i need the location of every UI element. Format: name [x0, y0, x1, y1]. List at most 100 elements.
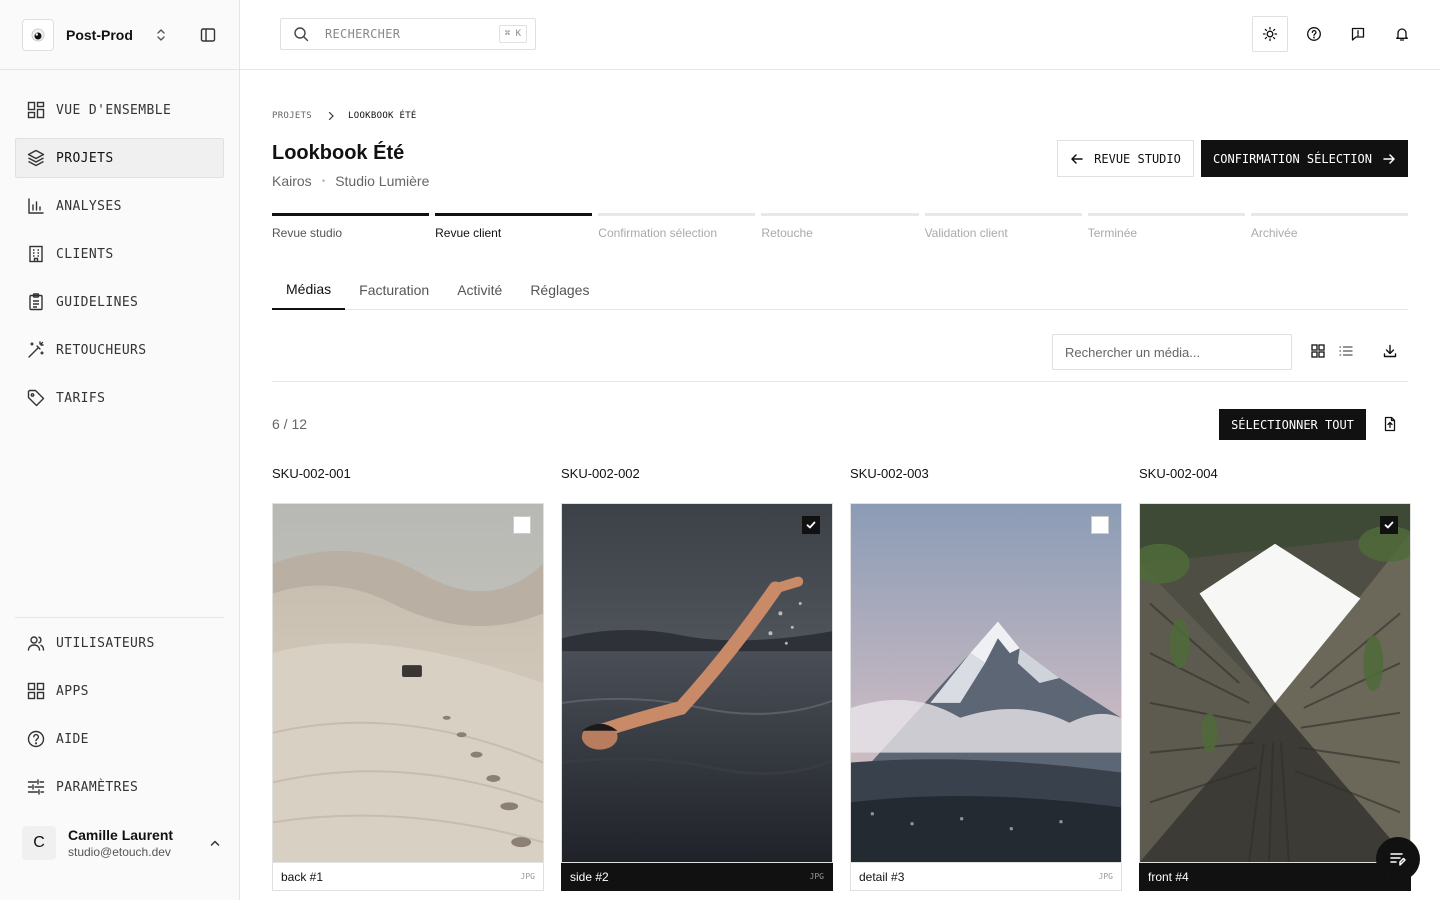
step-label: Archivée [1250, 226, 1298, 240]
tab-activite[interactable]: Activité [443, 270, 516, 310]
sidebar-item-label: ANALYSES [56, 198, 122, 214]
step-retouche: Retouche [761, 213, 919, 240]
media-thumbnail[interactable] [561, 503, 833, 863]
global-search[interactable]: ⌘ K [280, 18, 536, 50]
chevron-up-down-icon[interactable] [153, 27, 169, 43]
tag-icon [27, 389, 45, 407]
selection-checkbox[interactable] [1091, 516, 1109, 534]
media-thumbnail[interactable] [1139, 503, 1411, 863]
media-card[interactable]: SKU-002-001 back #1 JPG [272, 466, 544, 891]
sidebar-item-projets[interactable]: PROJETS [15, 138, 224, 178]
sidebar-item-label: UTILISATEURS [56, 635, 155, 651]
photo-mountain [851, 504, 1121, 862]
selection-checkbox[interactable] [513, 516, 531, 534]
tab-medias[interactable]: Médias [272, 270, 346, 310]
sidebar-item-analyses[interactable]: ANALYSES [15, 186, 224, 226]
step-label: Terminée [1087, 226, 1138, 240]
chevron-right-icon [328, 111, 334, 121]
sidebar-item-tarifs[interactable]: TARIFS [15, 378, 224, 418]
media-type: JPG [520, 872, 535, 881]
clipboard-icon [29, 293, 43, 311]
step-label: Confirmation sélection [598, 226, 718, 240]
page-title: Lookbook Été [272, 142, 405, 164]
select-all-button[interactable]: SÉLECTIONNER TOUT [1219, 409, 1366, 440]
media-caption: front #4 JPG [1139, 863, 1411, 891]
user-menu[interactable]: C Camille Laurent studio@etouch.dev [22, 820, 222, 866]
sidebar-item-label: PARAMÈTRES [56, 779, 139, 795]
breadcrumb-parent-link[interactable]: PROJETS [272, 111, 312, 121]
theme-toggle-button[interactable] [1252, 16, 1288, 52]
selection-checkbox[interactable] [802, 516, 820, 534]
feedback-button[interactable] [1340, 16, 1376, 52]
media-caption: detail #3 JPG [850, 863, 1122, 891]
workspace-switcher[interactable]: Post-Prod [0, 0, 239, 70]
step-confirmation-selection: Confirmation sélection [598, 213, 756, 240]
sidebar-item-vue-ensemble[interactable]: VUE D'ENSEMBLE [15, 90, 224, 130]
sidebar-toggle-icon[interactable] [199, 26, 217, 44]
media-thumbnail[interactable] [850, 503, 1122, 863]
step-validation-client: Validation client [924, 213, 1082, 240]
sidebar-item-label: VUE D'ENSEMBLE [56, 102, 172, 118]
media-card[interactable]: SKU-002-003 detail #3 JPG [850, 466, 1122, 891]
grid-view-button[interactable] [1309, 342, 1327, 360]
button-label: CONFIRMATION SÉLECTION [1213, 151, 1372, 166]
user-info: Camille Laurent studio@etouch.dev [68, 827, 208, 860]
step-label: Revue client [435, 226, 502, 240]
confirm-selection-button[interactable]: CONFIRMATION SÉLECTION [1201, 140, 1408, 177]
user-name: Camille Laurent [68, 826, 174, 843]
media-card[interactable]: SKU-002-002 side #2 JPG [561, 466, 833, 891]
sidebar-item-clients[interactable]: CLIENTS [15, 234, 224, 274]
media-card[interactable]: SKU-002-004 front #4 [1139, 466, 1411, 891]
sliders-icon [27, 779, 45, 795]
sidebar: Post-Prod VUE D'ENSEMBLE PROJETS ANALYSE… [0, 0, 240, 900]
separator-dot: • [321, 175, 326, 187]
tab-facturation[interactable]: Facturation [345, 270, 443, 310]
sun-icon [1262, 26, 1278, 42]
breadcrumb: PROJETS LOOKBOOK ÉTÉ [272, 111, 417, 121]
project-studio: Studio Lumière [335, 173, 430, 189]
media-search-input[interactable] [1052, 334, 1292, 370]
media-grid: SKU-002-001 back #1 JPG SKU-002-002 side… [272, 466, 1411, 891]
sidebar-nav: VUE D'ENSEMBLE PROJETS ANALYSES CLIENTS … [15, 90, 224, 426]
keyboard-shortcut: ⌘ K [498, 25, 527, 43]
list-edit-icon [1390, 853, 1406, 866]
tab-reglages[interactable]: Réglages [516, 270, 603, 310]
download-icon [1383, 344, 1397, 358]
notifications-button[interactable] [1384, 16, 1420, 52]
list-view-button[interactable] [1337, 342, 1355, 360]
step-label: Retouche [761, 226, 813, 240]
step-label: Validation client [924, 226, 1008, 240]
bell-icon [1396, 28, 1408, 41]
check-icon [1384, 521, 1394, 529]
download-button[interactable] [1381, 342, 1399, 360]
sidebar-item-parametres[interactable]: PARAMÈTRES [15, 767, 224, 807]
media-type: JPG [1098, 872, 1113, 881]
sidebar-item-retoucheurs[interactable]: RETOUCHEURS [15, 330, 224, 370]
topbar-actions [1252, 16, 1420, 52]
user-email: studio@etouch.dev [68, 844, 171, 859]
back-to-studio-review-button[interactable]: REVUE STUDIO [1057, 140, 1194, 177]
media-name: front #4 [1148, 869, 1189, 884]
sidebar-item-guidelines[interactable]: GUIDELINES [15, 282, 224, 322]
sidebar-item-label: TARIFS [56, 390, 106, 406]
sidebar-item-utilisateurs[interactable]: UTILISATEURS [15, 623, 224, 663]
file-export-icon[interactable] [1382, 416, 1398, 432]
chevron-up-icon[interactable] [208, 836, 222, 850]
media-thumbnail[interactable] [272, 503, 544, 863]
media-name: detail #3 [859, 869, 905, 884]
floating-action-button[interactable] [1376, 837, 1420, 881]
media-name: side #2 [570, 869, 609, 884]
search-input[interactable] [325, 27, 485, 41]
project-meta: Kairos • Studio Lumière [272, 173, 429, 189]
sidebar-item-label: GUIDELINES [56, 294, 139, 310]
sidebar-item-apps[interactable]: APPS [15, 671, 224, 711]
arrow-right-icon [1383, 153, 1395, 164]
message-alert-icon [1351, 27, 1365, 41]
help-button[interactable] [1296, 16, 1332, 52]
selection-checkbox[interactable] [1380, 516, 1398, 534]
photo-building-courtyard [1140, 504, 1410, 862]
brand-logo [22, 18, 54, 51]
media-toolbar [272, 310, 1408, 382]
sidebar-item-aide[interactable]: AIDE [15, 719, 224, 759]
step-terminee: Terminée [1087, 213, 1245, 240]
